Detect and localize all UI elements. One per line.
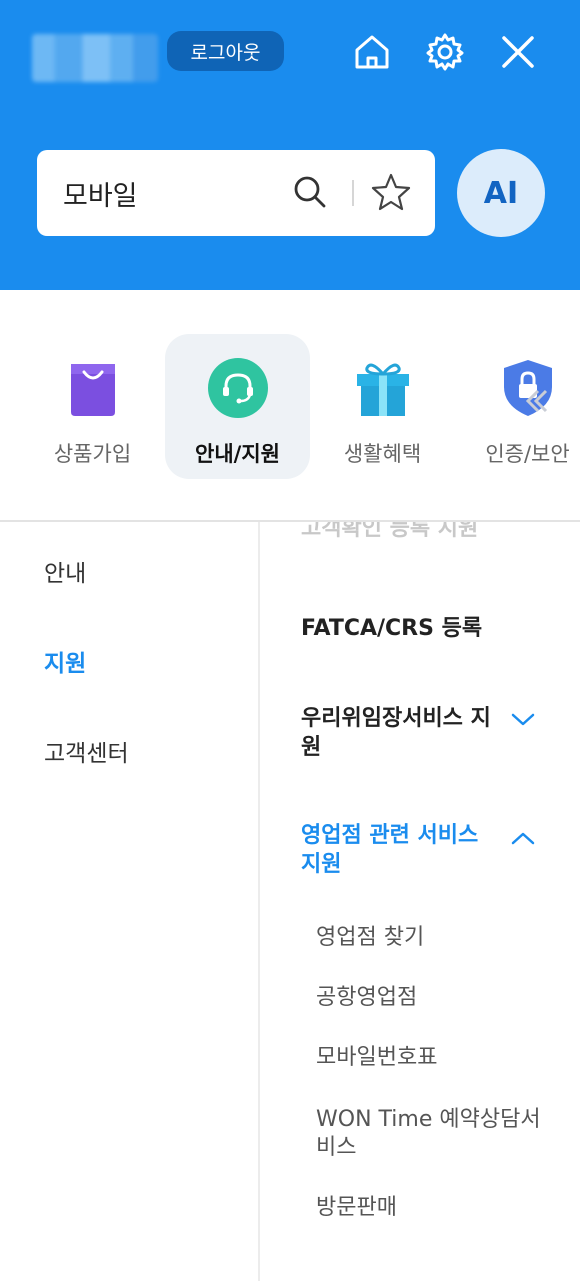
- shield-lock-icon: [496, 356, 560, 420]
- home-icon[interactable]: [350, 30, 394, 74]
- logout-button[interactable]: 로그아웃: [167, 31, 284, 71]
- search-divider: [352, 180, 354, 206]
- close-icon[interactable]: [496, 30, 540, 74]
- left-menu-item-customer-center[interactable]: 고객센터: [44, 734, 129, 768]
- blurred-user-name: [32, 34, 158, 82]
- chevron-down-icon[interactable]: [510, 710, 536, 732]
- tab-label: 인증/보안: [485, 442, 570, 466]
- tab-label: 생활혜택: [343, 442, 422, 466]
- right-menu: 고객확인 등록 지원 FATCA/CRS 등록 우리위임장서비스 지원 영업점 …: [260, 522, 580, 1281]
- tab-guide-support[interactable]: 안내/지원: [165, 334, 310, 479]
- search-icon[interactable]: [292, 174, 328, 214]
- category-tabs: 상품가입 안내/지원 생활혜택 인증/보안: [0, 290, 580, 520]
- ai-button[interactable]: AI: [457, 149, 545, 237]
- left-menu-item-guide[interactable]: 안내: [44, 554, 86, 588]
- menu-item-delegation-service[interactable]: 우리위임장서비스 지원: [301, 704, 506, 762]
- gear-icon[interactable]: [423, 30, 467, 74]
- star-icon[interactable]: [371, 172, 411, 216]
- menu-item-fatca-crs[interactable]: FATCA/CRS 등록: [301, 614, 506, 643]
- chevron-up-icon[interactable]: [510, 830, 536, 852]
- tab-life-benefits[interactable]: 생활혜택: [310, 334, 455, 479]
- search-bar[interactable]: 모바일: [37, 150, 435, 236]
- gift-icon: [351, 356, 415, 420]
- search-input[interactable]: 모바일: [63, 174, 138, 213]
- tab-label: 안내/지원: [195, 442, 280, 466]
- tab-label: 상품가입: [53, 442, 132, 466]
- submenu-item-mobile-ticket[interactable]: 모바일번호표: [316, 1044, 546, 1072]
- submenu-item-airport-branch[interactable]: 공항영업점: [316, 984, 546, 1012]
- left-menu-item-support[interactable]: 지원: [44, 644, 86, 678]
- submenu-item-find-branch[interactable]: 영업점 찾기: [316, 924, 546, 952]
- headset-icon: [206, 356, 270, 420]
- tab-auth-security[interactable]: 인증/보안: [455, 334, 580, 479]
- shopping-bag-icon: [61, 356, 125, 420]
- menu-item-customer-verification[interactable]: 고객확인 등록 지원: [301, 522, 478, 542]
- submenu-item-door-sales[interactable]: 방문판매: [316, 1194, 546, 1222]
- tab-products[interactable]: 상품가입: [20, 334, 165, 479]
- submenu-item-won-time[interactable]: WON Time 예약상담서비스: [316, 1106, 546, 1162]
- top-header: 로그아웃 모바일 AI: [0, 0, 580, 290]
- menu-item-branch-services[interactable]: 영업점 관련 서비스 지원: [301, 821, 506, 879]
